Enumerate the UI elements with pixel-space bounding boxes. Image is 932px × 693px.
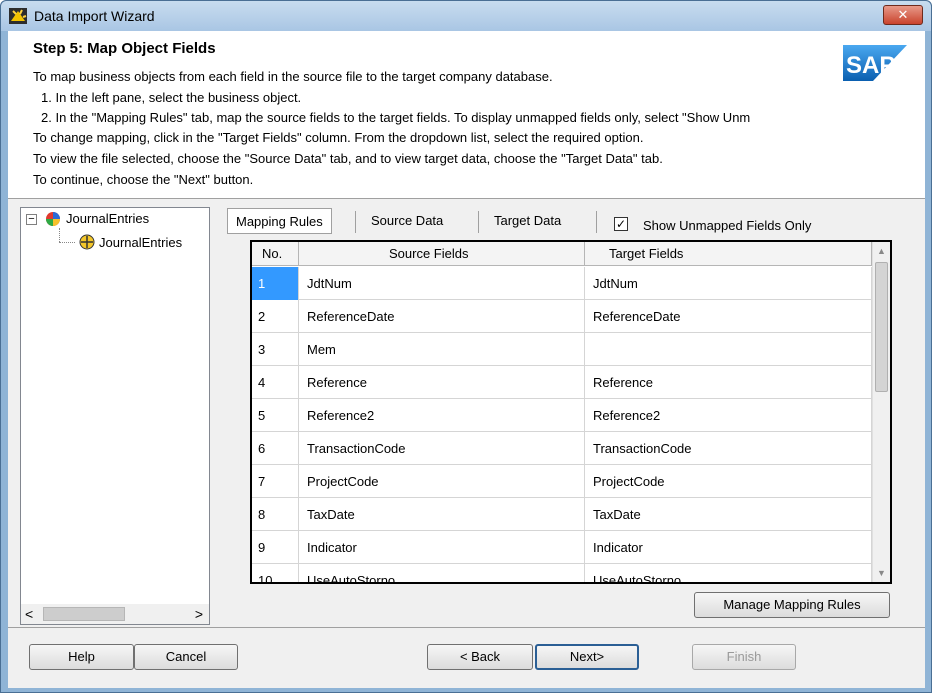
instruction-line: To view the file selected, choose the "S… xyxy=(33,151,663,166)
instruction-line: To continue, choose the "Next" button. xyxy=(33,172,254,187)
source-field-cell[interactable]: ReferenceDate xyxy=(299,300,585,333)
instruction-line: 1. In the left pane, select the business… xyxy=(41,90,302,105)
scroll-right-icon[interactable]: > xyxy=(195,606,203,622)
target-field-cell[interactable] xyxy=(585,333,872,366)
column-header-no[interactable]: No. xyxy=(252,242,299,266)
target-field-cell[interactable]: ReferenceDate xyxy=(585,300,872,333)
table-row[interactable]: 1 JdtNum JdtNum xyxy=(252,267,872,300)
tree-item-journal-entries-root[interactable]: JournalEntries xyxy=(66,211,149,226)
manage-mapping-rules-button[interactable]: Manage Mapping Rules xyxy=(694,592,890,618)
source-field-cell[interactable]: Reference2 xyxy=(299,399,585,432)
scroll-down-icon[interactable]: ▼ xyxy=(877,568,886,578)
back-button[interactable]: < Back xyxy=(427,644,533,670)
tab-divider xyxy=(355,211,356,233)
tree-item-journal-entries-child[interactable]: JournalEntries xyxy=(99,235,182,250)
grid-vertical-scrollbar[interactable]: ▲ ▼ xyxy=(872,242,890,582)
tab-mapping-rules[interactable]: Mapping Rules xyxy=(227,208,332,234)
row-number-cell[interactable]: 3 xyxy=(252,333,299,366)
tab-target-data[interactable]: Target Data xyxy=(486,208,569,234)
wizard-header: Step 5: Map Object Fields To map busines… xyxy=(8,31,925,198)
import-wizard-window: Data Import Wizard ✕ Step 5: Map Object … xyxy=(0,0,932,693)
target-field-cell[interactable]: TransactionCode xyxy=(585,432,872,465)
table-row[interactable]: 8 TaxDate TaxDate xyxy=(252,498,872,531)
table-row[interactable]: 7 ProjectCode ProjectCode xyxy=(252,465,872,498)
row-number-cell[interactable]: 4 xyxy=(252,366,299,399)
row-number-cell[interactable]: 2 xyxy=(252,300,299,333)
row-number-cell[interactable]: 7 xyxy=(252,465,299,498)
finish-button: Finish xyxy=(692,644,796,670)
next-button[interactable]: Next> xyxy=(535,644,639,670)
row-number-cell[interactable]: 9 xyxy=(252,531,299,564)
source-field-cell[interactable]: UseAutoStorno xyxy=(299,564,585,582)
table-row[interactable]: 2 ReferenceDate ReferenceDate xyxy=(252,300,872,333)
sap-logo: SAP xyxy=(843,45,907,81)
help-button[interactable]: Help xyxy=(29,644,134,670)
collapse-icon[interactable]: − xyxy=(26,214,37,225)
tree-connector xyxy=(59,228,60,242)
table-row[interactable]: 5 Reference2 Reference2 xyxy=(252,399,872,432)
row-number-cell[interactable]: 6 xyxy=(252,432,299,465)
row-number-cell[interactable]: 10 xyxy=(252,564,299,582)
source-field-cell[interactable]: Reference xyxy=(299,366,585,399)
step-title: Step 5: Map Object Fields xyxy=(33,40,216,57)
source-field-cell[interactable]: TaxDate xyxy=(299,498,585,531)
target-field-cell[interactable]: UseAutoStorno xyxy=(585,564,872,582)
header-divider xyxy=(8,198,925,199)
target-field-cell[interactable]: Indicator xyxy=(585,531,872,564)
scrollbar-thumb[interactable] xyxy=(875,262,888,392)
scroll-up-icon[interactable]: ▲ xyxy=(877,246,886,256)
scrollbar-thumb[interactable] xyxy=(43,607,125,621)
table-row[interactable]: 3 Mem xyxy=(252,333,872,366)
close-button[interactable]: ✕ xyxy=(883,5,923,25)
table-row[interactable]: 9 Indicator Indicator xyxy=(252,531,872,564)
column-header-source-fields[interactable]: Source Fields xyxy=(299,242,585,266)
target-field-cell[interactable]: Reference xyxy=(585,366,872,399)
wizard-content: Step 5: Map Object Fields To map busines… xyxy=(8,31,925,688)
wizard-app-icon xyxy=(9,8,27,24)
table-row[interactable]: 4 Reference Reference xyxy=(252,366,872,399)
source-field-cell[interactable]: Mem xyxy=(299,333,585,366)
source-field-cell[interactable]: Indicator xyxy=(299,531,585,564)
source-field-cell[interactable]: TransactionCode xyxy=(299,432,585,465)
row-number-cell[interactable]: 8 xyxy=(252,498,299,531)
target-field-cell[interactable]: JdtNum xyxy=(585,267,872,300)
show-unmapped-label[interactable]: Show Unmapped Fields Only xyxy=(643,218,811,233)
tab-divider xyxy=(596,211,597,233)
row-number-cell[interactable]: 5 xyxy=(252,399,299,432)
table-row[interactable]: 10 UseAutoStorno UseAutoStorno xyxy=(252,564,872,582)
scroll-left-icon[interactable]: < xyxy=(25,606,33,622)
tab-source-data[interactable]: Source Data xyxy=(363,208,451,234)
show-unmapped-checkbox[interactable]: ✓ xyxy=(614,217,628,231)
tree-connector xyxy=(59,242,75,243)
target-field-cell[interactable]: Reference2 xyxy=(585,399,872,432)
footer-divider xyxy=(8,627,925,628)
column-header-target-fields[interactable]: Target Fields xyxy=(585,242,872,266)
title-bar[interactable]: Data Import Wizard ✕ xyxy=(1,1,931,31)
target-field-cell[interactable]: ProjectCode xyxy=(585,465,872,498)
instruction-line: To change mapping, click in the "Target … xyxy=(33,130,644,145)
tab-divider xyxy=(478,211,479,233)
instruction-line: To map business objects from each field … xyxy=(33,69,553,84)
source-field-cell[interactable]: JdtNum xyxy=(299,267,585,300)
grid-header: No. Source Fields Target Fields xyxy=(252,242,872,266)
business-object-icon xyxy=(79,234,95,250)
source-field-cell[interactable]: ProjectCode xyxy=(299,465,585,498)
business-object-icon xyxy=(46,212,60,226)
business-object-tree[interactable]: − JournalEntries JournalEntries < > xyxy=(20,207,210,625)
mapping-grid[interactable]: No. Source Fields Target Fields 1 JdtNum J… xyxy=(250,240,892,584)
instruction-line: 2. In the "Mapping Rules" tab, map the s… xyxy=(41,110,751,125)
target-field-cell[interactable]: TaxDate xyxy=(585,498,872,531)
svg-text:SAP: SAP xyxy=(846,52,895,79)
row-number-cell[interactable]: 1 xyxy=(252,267,299,300)
table-row[interactable]: 6 TransactionCode TransactionCode xyxy=(252,432,872,465)
cancel-button[interactable]: Cancel xyxy=(134,644,238,670)
tree-horizontal-scrollbar[interactable]: < > xyxy=(21,604,209,624)
window-title: Data Import Wizard xyxy=(34,8,155,24)
